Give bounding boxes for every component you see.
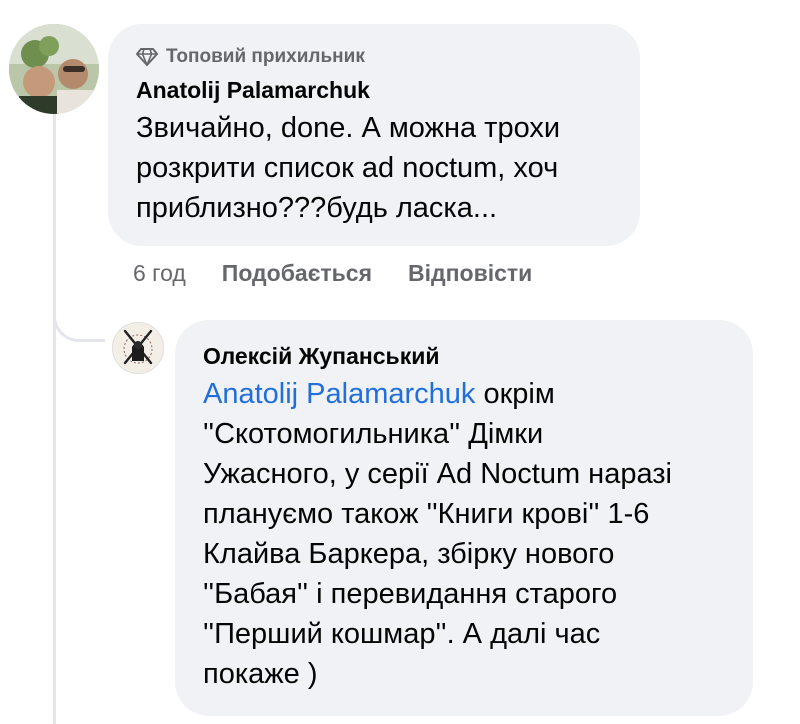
reply-line: плануємо також ''Книги крові'' 1-6 [203, 498, 650, 530]
comment-timestamp[interactable]: 6 год [133, 260, 186, 287]
top-fan-label: Топовий прихильник [166, 46, 365, 67]
comment-bubble: Топовий прихильник Anatolij Palamarchuk … [108, 24, 640, 246]
reply-bubble: Олексій Жупанський Anatolij Palamarchuk … [175, 320, 753, 716]
thread-line [53, 108, 56, 724]
reply-text: Anatolij Palamarchuk окрім ''Скотомогиль… [203, 374, 725, 694]
reply-line: покаже ) [203, 658, 318, 690]
avatar-photo-icon [9, 24, 99, 114]
reply-line: ''Скотомогильника'' Дімки [203, 418, 544, 450]
mention-link[interactable]: Anatolij Palamarchuk [203, 378, 475, 410]
comment-line: приблизно???будь ласка... [136, 192, 498, 224]
comment-text: Звичайно, done. А можна трохи розкрити с… [136, 108, 612, 228]
top-fan-badge[interactable]: Топовий прихильник [136, 44, 612, 70]
comment-line: Звичайно, done. А можна трохи [136, 112, 561, 144]
like-button[interactable]: Подобається [222, 260, 372, 287]
reply-line-rest: окрім [475, 378, 555, 410]
diamond-icon [136, 48, 158, 66]
avatar[interactable] [9, 24, 99, 114]
comment-actions: 6 год Подобається Відповісти [133, 256, 568, 290]
reply-line: Ужасного, у серії Ad Noctum наразі [203, 458, 672, 490]
reply-line: Клайва Баркера, збірку нового [203, 538, 615, 570]
reply-line: ''Бабая'' і перевидання старого [203, 578, 618, 610]
reply-connector [53, 290, 105, 342]
comment-thread: Топовий прихильник Anatolij Palamarchuk … [0, 0, 800, 724]
reply-author[interactable]: Олексій Жупанський [203, 340, 725, 372]
avatar-emblem-icon [114, 324, 162, 372]
reply-line: ''Перший кошмар''. А далі час [203, 618, 601, 650]
comment-author[interactable]: Anatolij Palamarchuk [136, 74, 612, 106]
reply-button[interactable]: Відповісти [408, 260, 532, 287]
reply-line: Anatolij Palamarchuk окрім [203, 374, 725, 414]
reply-avatar[interactable] [112, 322, 164, 374]
comment-line: розкрити список ad noctum, хоч [136, 152, 559, 184]
